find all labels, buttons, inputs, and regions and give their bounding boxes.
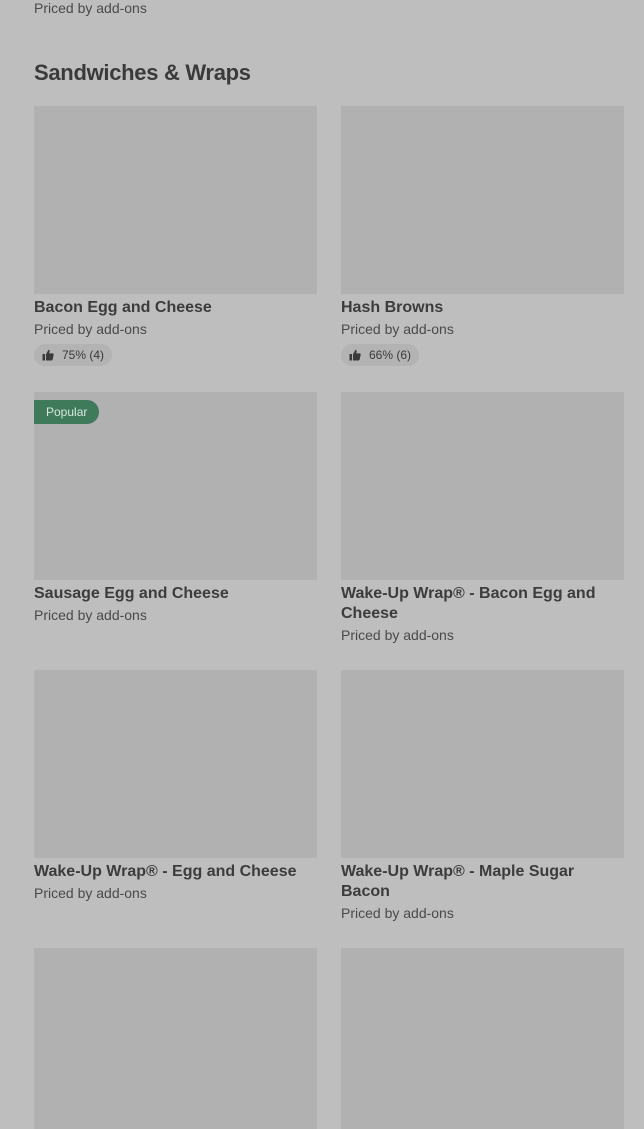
- item-image[interactable]: [341, 948, 624, 1129]
- item-name: Hash Browns: [341, 299, 444, 316]
- menu-item-card[interactable]: Hash Browns Priced by add-ons 66% (6): [341, 106, 624, 366]
- thumbs-up-icon: [349, 349, 361, 361]
- menu-item-card[interactable]: [34, 948, 317, 1129]
- item-price: Priced by add-ons: [34, 321, 147, 337]
- item-image[interactable]: [341, 106, 624, 294]
- item-price: Priced by add-ons: [341, 905, 454, 921]
- menu-item-card[interactable]: Wake-Up Wrap® - Maple Sugar Bacon Priced…: [341, 670, 624, 922]
- item-image[interactable]: [34, 106, 317, 294]
- item-name: Sausage Egg and Cheese: [34, 585, 229, 602]
- item-name: Bacon Egg and Cheese: [34, 299, 212, 316]
- item-name: Wake-Up Wrap® - Egg and Cheese: [34, 863, 297, 880]
- item-name: Wake-Up Wrap® - Maple Sugar Bacon: [341, 863, 575, 900]
- item-price: Priced by add-ons: [341, 321, 454, 337]
- previous-item-price: Priced by add-ons: [34, 0, 147, 16]
- menu-item-card[interactable]: Wake-Up Wrap® - Egg and Cheese Priced by…: [34, 670, 317, 902]
- item-price: Priced by add-ons: [341, 627, 454, 643]
- item-name: Wake-Up Wrap® - Bacon Egg and Cheese: [341, 585, 596, 622]
- rating-text: 75% (4): [62, 348, 105, 362]
- item-image[interactable]: [341, 670, 624, 858]
- item-price: Priced by add-ons: [34, 885, 147, 901]
- item-price: Priced by add-ons: [34, 607, 147, 623]
- item-image[interactable]: [34, 948, 317, 1129]
- thumbs-up-icon: [42, 349, 54, 361]
- rating-text: 66% (6): [369, 348, 412, 362]
- item-image[interactable]: [34, 670, 317, 858]
- menu-item-card[interactable]: [341, 948, 624, 1129]
- menu-page: Priced by add-ons Sandwiches & Wraps Bac…: [0, 0, 644, 1129]
- menu-item-card[interactable]: Popular Sausage Egg and Cheese Priced by…: [34, 392, 317, 624]
- menu-item-card[interactable]: Bacon Egg and Cheese Priced by add-ons 7…: [34, 106, 317, 366]
- item-image[interactable]: [341, 392, 624, 580]
- rating-badge: 66% (6): [341, 344, 420, 366]
- section-title: Sandwiches & Wraps: [34, 60, 251, 85]
- popular-badge: Popular: [34, 400, 100, 424]
- menu-item-card[interactable]: Wake-Up Wrap® - Bacon Egg and Cheese Pri…: [341, 392, 624, 644]
- rating-badge: 75% (4): [34, 344, 113, 366]
- item-image[interactable]: Popular: [34, 392, 317, 580]
